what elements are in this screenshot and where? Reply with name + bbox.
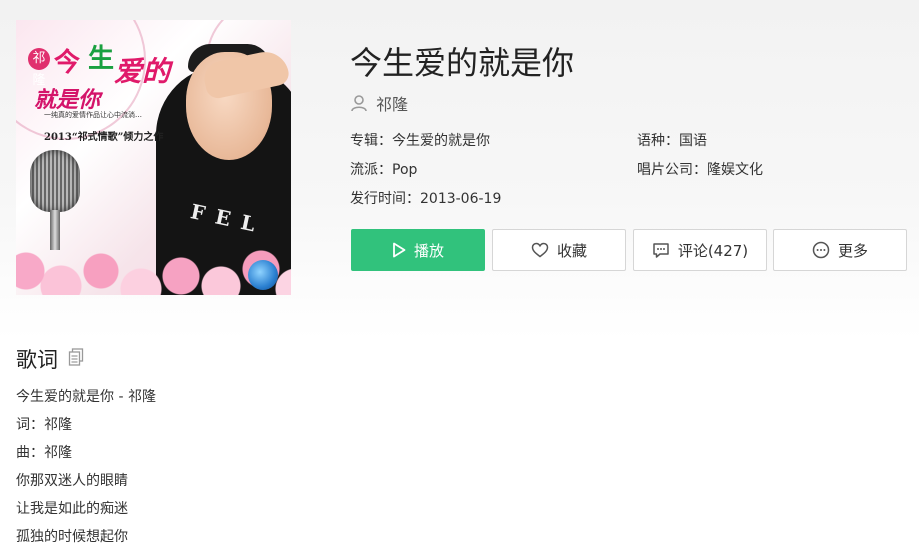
cover-flowers [16,231,291,295]
comments-label: 评论(427) [677,241,749,260]
artist-name[interactable]: 祁隆 [376,91,408,115]
comments-button[interactable]: 评论(427) [633,229,767,271]
record-label-label: 唱片公司： [637,162,707,178]
album-label: 专辑： [350,133,392,149]
release-date: 2013-06-19 [420,191,502,207]
play-button[interactable]: 播放 [351,229,485,271]
lyrics-header: 歌词 [16,344,84,374]
album-info: 专辑：今生爱的就是你 [350,130,490,150]
play-label: 播放 [413,241,444,260]
lyrics-line: 词：祁隆 [16,417,72,433]
more-label: 更多 [837,241,868,260]
lyrics-line: 让我是如此的痴迷 [16,501,128,517]
lyrics-list: 今生爱的就是你 - 祁隆 词：祁隆 曲：祁隆 你那双迷人的眼睛 让我是如此的痴迷… [16,385,416,553]
cover-title-char: 生 [88,44,115,74]
cover-tagline: 一纯真的爱情作品让心中流淌… [44,111,142,119]
genre-info: 流派：Pop [350,159,417,179]
artist-link[interactable]: 祁隆 [350,92,408,114]
song-title: 今生爱的就是你 [350,44,575,82]
language-value: 国语 [679,133,707,149]
language-info: 语种：国语 [637,130,707,150]
cover-title-art: 祁隆 今 生 爱的 就是你 一纯真的爱情作品让心中流淌… 2013“祁式情歌”倾… [28,38,178,143]
release-info: 发行时间：2013-06-19 [350,188,501,208]
record-label-info: 唱片公司：隆娱文化 [637,159,763,179]
cover-name-badge: 祁隆 [28,48,50,88]
favorite-button[interactable]: 收藏 [492,229,626,271]
lyrics-line: 曲：祁隆 [16,445,72,461]
lyrics-heading: 歌词 [16,348,58,372]
cover-subtitle: 2013“祁式情歌”倾力之作 [44,132,164,143]
language-label: 语种： [637,133,679,149]
release-label: 发行时间： [350,191,420,207]
cover-label-logo [248,260,278,290]
more-button[interactable]: 更多 [773,229,907,271]
lyrics-line: 孤独的时候想起你 [16,529,128,545]
album-link[interactable]: 今生爱的就是你 [392,133,490,149]
genre-value: Pop [392,162,418,178]
favorite-label: 收藏 [556,241,587,260]
record-label-value: 隆娱文化 [707,162,763,178]
genre-label: 流派： [350,162,392,178]
more-icon [812,241,830,259]
album-cover[interactable]: F E L 祁隆 今 生 爱的 就是你 一纯真的爱情作品让心中流淌… 2013“… [16,20,291,295]
copy-icon[interactable] [68,348,84,370]
play-icon [392,242,406,258]
heart-icon [531,242,549,258]
lyrics-line: 你那双迷人的眼睛 [16,473,128,489]
cover-microphone [30,150,80,212]
cover-title-char: 今 [54,48,81,78]
lyrics-line: 今生爱的就是你 - 祁隆 [16,389,156,405]
comment-icon [652,242,670,259]
user-icon [350,94,368,112]
cover-title-char: 爱的 [114,55,171,88]
